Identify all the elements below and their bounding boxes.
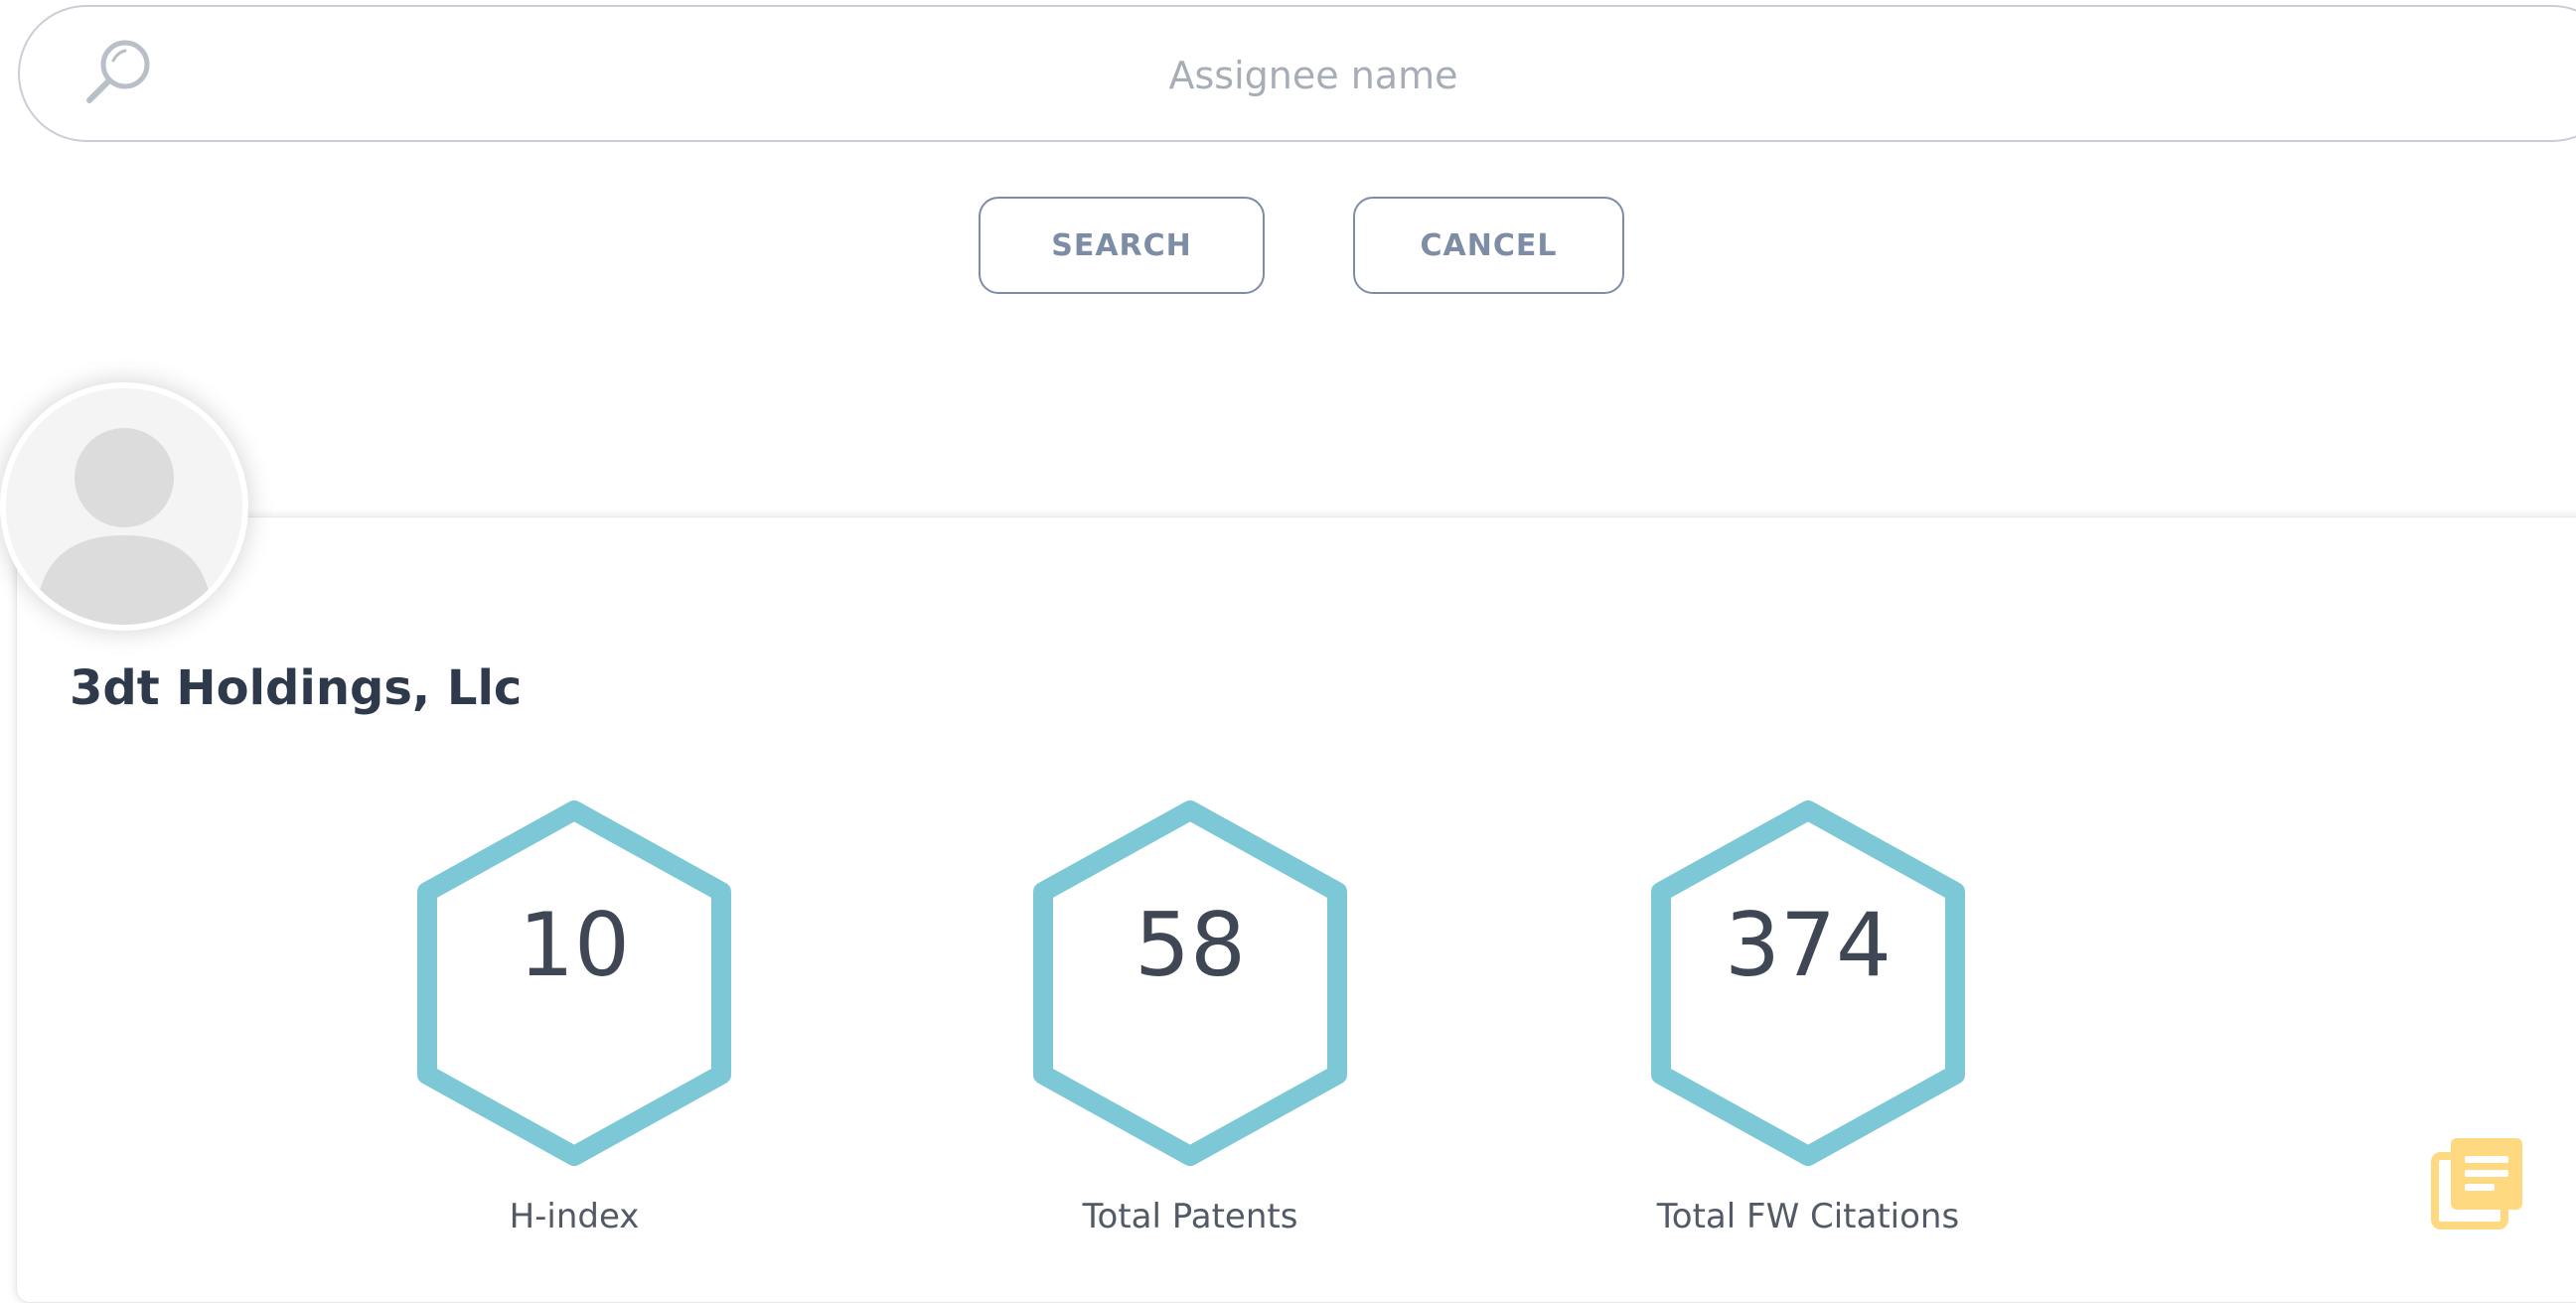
stat-value: 374 — [1725, 894, 1892, 996]
avatar — [0, 382, 248, 631]
stat-label: Total Patents — [1082, 1197, 1298, 1236]
assignee-search-input[interactable] — [179, 27, 2448, 124]
stat-value: 10 — [519, 894, 630, 996]
user-avatar-icon — [6, 388, 242, 625]
search-button[interactable]: SEARCH — [979, 197, 1265, 294]
stat-total-patents: 58 Total Patents — [1021, 795, 1359, 1236]
stat-value: 58 — [1135, 894, 1246, 996]
stat-label: H-index — [509, 1197, 640, 1236]
search-bar — [18, 5, 2576, 142]
company-name: 3dt Holdings, Llc — [70, 660, 523, 716]
stat-total-fw-citations: 374 Total FW Citations — [1639, 795, 1977, 1236]
report-list-icon[interactable] — [2427, 1132, 2526, 1231]
search-icon[interactable] — [79, 35, 159, 114]
stat-h-index: 10 H-index — [405, 795, 743, 1236]
stat-label: Total FW Citations — [1656, 1197, 1960, 1236]
cancel-button[interactable]: CANCEL — [1353, 197, 1624, 294]
